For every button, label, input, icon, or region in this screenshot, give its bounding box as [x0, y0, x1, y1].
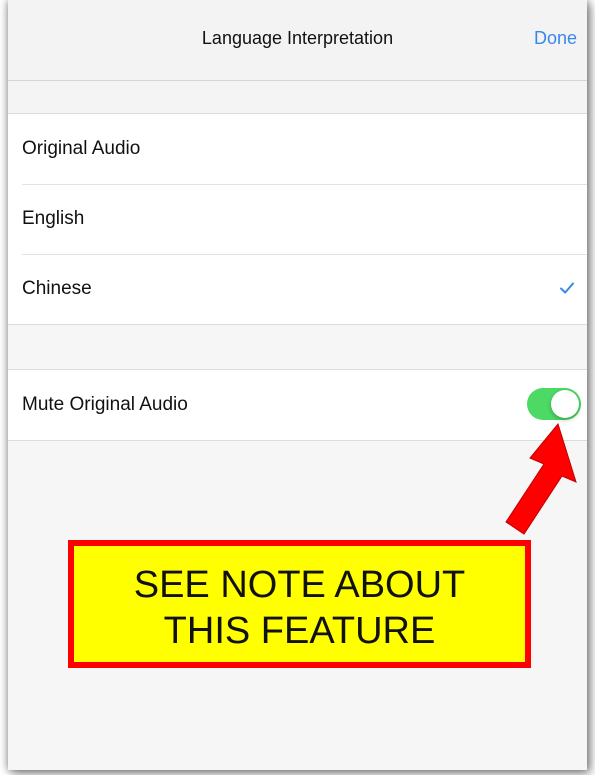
note-line-2: THIS FEATURE [163, 610, 436, 652]
section-spacer [8, 81, 587, 113]
mute-original-audio-toggle[interactable] [527, 388, 581, 420]
language-option-label: Original Audio [22, 138, 141, 159]
language-option-english[interactable]: English [8, 184, 587, 254]
note-line-1: SEE NOTE ABOUT [133, 564, 466, 606]
mute-original-audio-label: Mute Original Audio [22, 394, 188, 415]
language-interpretation-screen: Language Interpretation Done Original Au… [8, 0, 587, 770]
language-option-label: Chinese [22, 278, 92, 299]
arrow-icon [505, 422, 577, 535]
checkmark-icon [560, 282, 574, 294]
page-title: Language Interpretation [201, 28, 394, 48]
language-option-chinese[interactable]: Chinese [8, 254, 587, 324]
navigation-bar: Language Interpretation Done [8, 0, 587, 81]
note-callout: SEE NOTE ABOUT THIS FEATURE [68, 540, 531, 668]
toggle-knob [551, 390, 579, 418]
done-button[interactable]: Done [534, 28, 577, 49]
language-option-original-audio[interactable]: Original Audio [8, 114, 587, 184]
language-option-label: English [22, 208, 85, 229]
language-list: Original Audio English Chinese [8, 113, 587, 325]
